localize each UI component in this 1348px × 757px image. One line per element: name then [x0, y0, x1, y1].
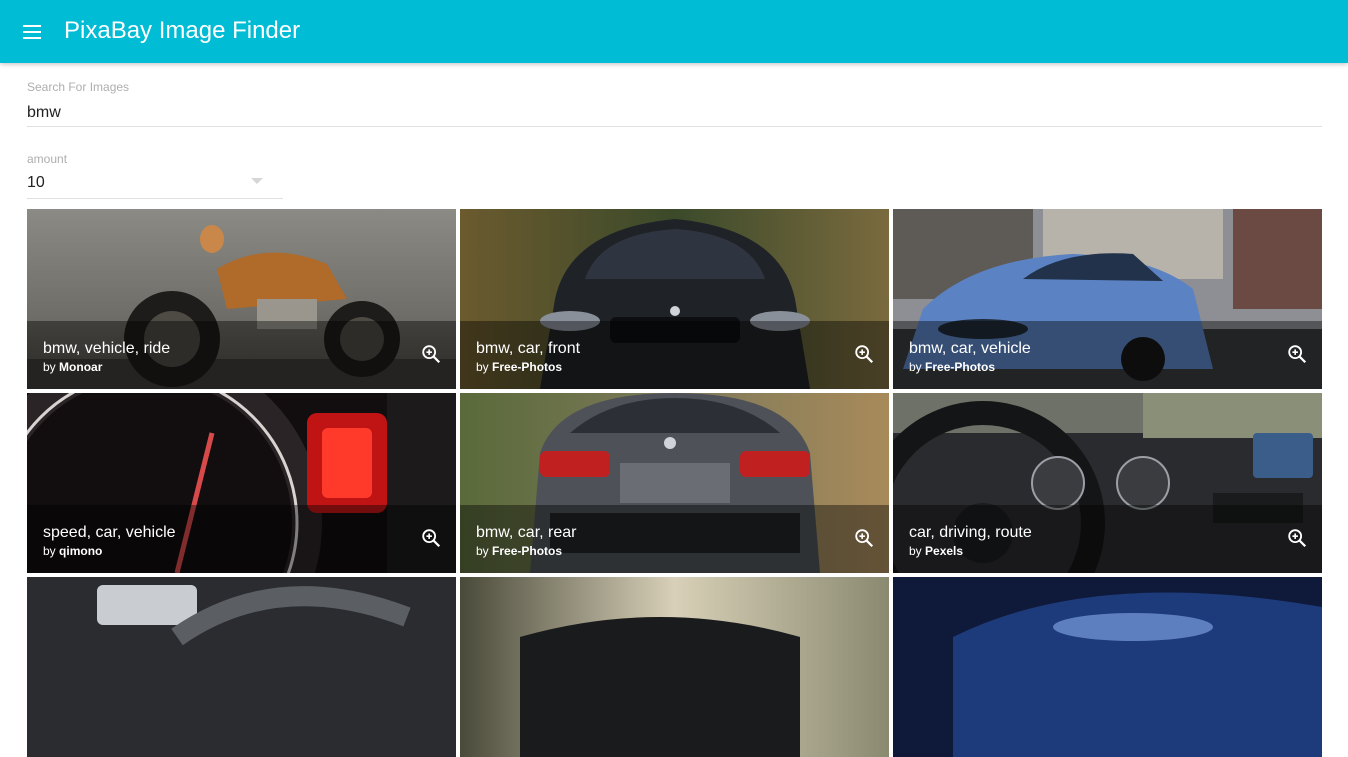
zoom-in-icon[interactable]	[1286, 527, 1308, 549]
amount-underline	[27, 198, 283, 199]
tile-image	[27, 577, 456, 757]
image-tile[interactable]: bmw, vehicle, ride by Monoar	[27, 209, 456, 389]
zoom-in-icon[interactable]	[420, 343, 442, 365]
tile-author: by Pexels	[909, 544, 964, 558]
image-tile[interactable]: car, driving, route by Pexels	[893, 393, 1322, 573]
app-bar: PixaBay Image Finder	[0, 0, 1348, 63]
tile-image	[893, 577, 1322, 757]
tile-title: car, driving, route	[909, 524, 1032, 541]
menu-button[interactable]	[20, 20, 44, 44]
app-title: PixaBay Image Finder	[64, 17, 301, 44]
image-tile[interactable]	[27, 577, 456, 757]
tile-caption-bar: speed, car, vehicle by qimono	[27, 505, 456, 573]
search-input[interactable]	[27, 102, 1322, 124]
image-tile[interactable]: bmw, car, vehicle by Free-Photos	[893, 209, 1322, 389]
amount-select[interactable]: amount 10	[27, 150, 283, 199]
tile-title: bmw, car, vehicle	[909, 340, 1031, 357]
tile-caption-bar: bmw, vehicle, ride by Monoar	[27, 321, 456, 389]
tile-caption-bar: bmw, car, rear by Free-Photos	[460, 505, 889, 573]
image-tile[interactable]: speed, car, vehicle by qimono	[27, 393, 456, 573]
tile-image	[460, 577, 889, 757]
tile-title: bmw, car, front	[476, 340, 581, 357]
image-tile[interactable]: bmw, car, rear by Free-Photos	[460, 393, 889, 573]
tile-title: bmw, vehicle, ride	[43, 340, 171, 357]
tile-title: bmw, car, rear	[476, 524, 577, 541]
amount-label: amount	[27, 152, 68, 166]
tile-title: speed, car, vehicle	[43, 524, 176, 541]
tile-author: by qimono	[43, 544, 103, 558]
zoom-in-icon[interactable]	[1286, 343, 1308, 365]
dropdown-arrow-icon	[251, 178, 263, 184]
search-underline	[27, 126, 1322, 127]
amount-value: 10	[27, 174, 45, 191]
image-tile[interactable]: bmw, car, front by Free-Photos	[460, 209, 889, 389]
tile-author: by Free-Photos	[909, 360, 996, 374]
zoom-in-icon[interactable]	[853, 527, 875, 549]
menu-icon	[23, 25, 41, 39]
search-label: Search For Images	[27, 80, 130, 94]
image-tile[interactable]	[460, 577, 889, 757]
search-field: Search For Images	[27, 78, 1322, 127]
tile-author: by Free-Photos	[476, 544, 563, 558]
zoom-in-icon[interactable]	[853, 343, 875, 365]
tile-caption-bar: car, driving, route by Pexels	[893, 505, 1322, 573]
tile-caption-bar: bmw, car, vehicle by Free-Photos	[893, 321, 1322, 389]
image-tile[interactable]	[893, 577, 1322, 757]
tile-caption-bar: bmw, car, front by Free-Photos	[460, 321, 889, 389]
tile-author: by Free-Photos	[476, 360, 563, 374]
tile-author: by Monoar	[43, 360, 103, 374]
zoom-in-icon[interactable]	[420, 527, 442, 549]
